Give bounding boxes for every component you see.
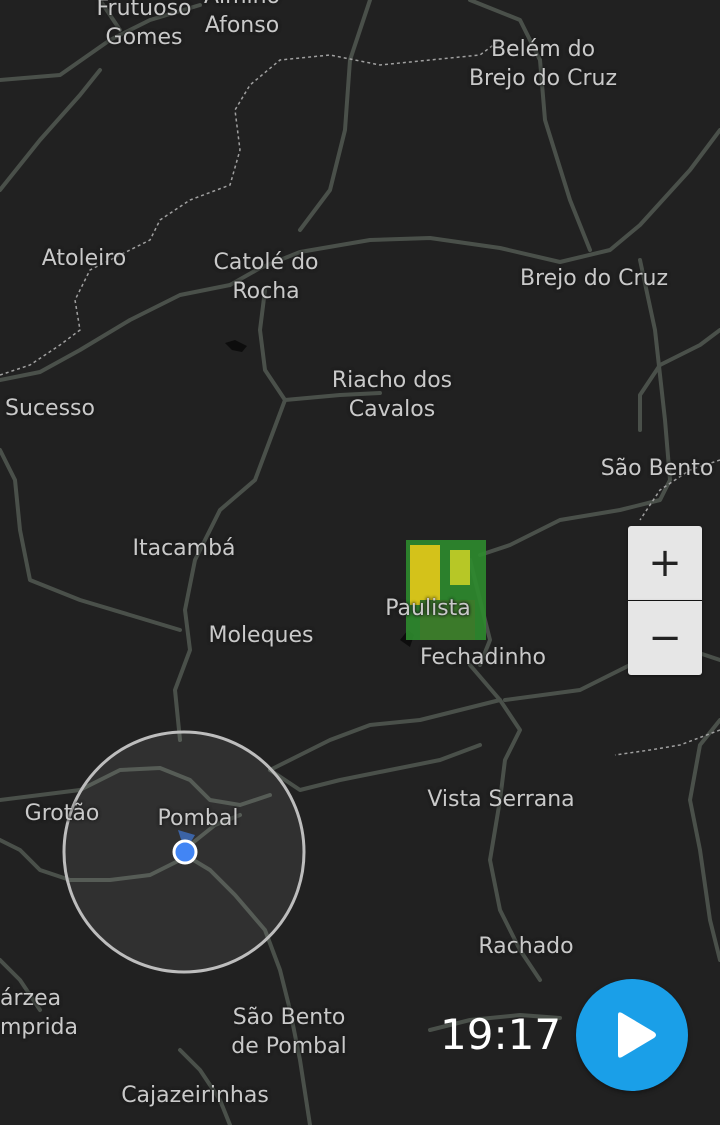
place-almino-afonso: AlminoAfonso (204, 0, 280, 38)
play-button[interactable] (576, 979, 688, 1091)
place-pombal: Pombal (157, 806, 239, 831)
place-rachado: Rachado (478, 934, 574, 959)
play-icon (618, 1012, 656, 1058)
place-fechadinho: Fechadinho (420, 645, 546, 670)
place-varzea-comprida: árzea mprida (0, 986, 78, 1040)
place-catole-do-rocha: Catolé do Rocha (213, 250, 319, 304)
place-atoleiro: Atoleiro (41, 246, 127, 271)
place-belem-do-brejo-do-cruz: Belém do Brejo do Cruz (468, 37, 618, 91)
place-brejo-do-cruz: Brejo do Cruz (519, 266, 669, 291)
place-cajazeirinhas: Cajazeirinhas (121, 1083, 269, 1108)
place-sao-bento-de-pombal: São Bento de Pombal (231, 1005, 347, 1059)
place-frutuoso-gomes: Frutuoso Gomes (96, 0, 192, 50)
place-itacamba: Itacambá (132, 536, 236, 561)
radar-precipitation (406, 540, 486, 640)
place-moleques: Moleques (208, 623, 314, 648)
radar-timestamp: 19:17 (440, 1010, 562, 1059)
place-grotao: Grotão (24, 801, 100, 826)
place-sao-bento: São Bento (600, 456, 714, 481)
place-paulista: Paulista (385, 596, 471, 621)
zoom-in-button[interactable]: + (628, 526, 702, 600)
place-riacho-dos-cavalos: Riacho dos Cavalos (331, 368, 453, 422)
place-vista-serrana: Vista Serrana (427, 787, 575, 812)
map-canvas[interactable] (0, 0, 720, 1125)
zoom-out-button[interactable]: − (628, 601, 702, 675)
place-sucesso: Sucesso (5, 396, 95, 421)
